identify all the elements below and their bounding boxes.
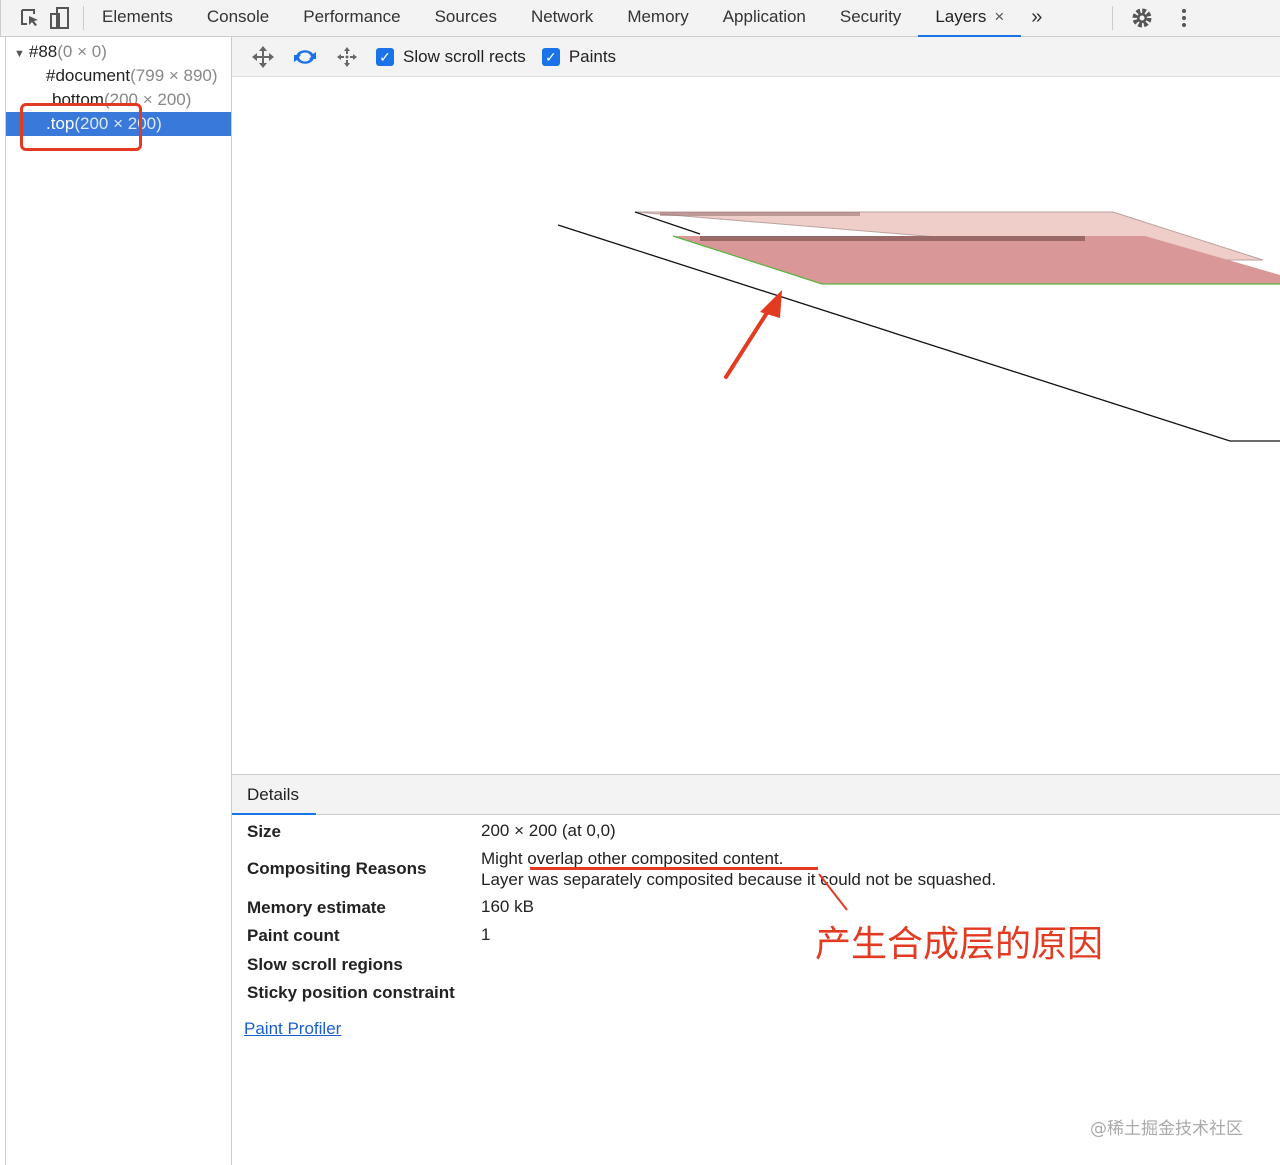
- tab-layers[interactable]: Layers ×: [918, 0, 1022, 37]
- layer-tree: ▼ #88(0 × 0) #document(799 × 890) bottom(…: [5, 37, 232, 1165]
- tab-memory[interactable]: Memory: [610, 0, 705, 37]
- watermark: @稀土掘金技术社区: [1090, 1119, 1243, 1139]
- layers-toolbar: ✓ Slow scroll rects ✓ Paints: [232, 37, 1280, 77]
- tree-item-name: #88: [28, 42, 58, 61]
- detail-label: Sticky position constraint: [247, 983, 455, 1002]
- rotate-mode-icon[interactable]: [284, 42, 326, 72]
- checkmark-icon: ✓: [541, 47, 560, 66]
- tree-item-name: #document: [46, 66, 131, 85]
- annotation-pointer: [818, 873, 848, 911]
- annotation-arrow: [724, 290, 782, 379]
- paints-label: Paints: [568, 46, 617, 66]
- tab-security[interactable]: Security: [823, 0, 918, 37]
- top-layer-text: [700, 236, 1085, 241]
- tab-performance[interactable]: Performance: [286, 0, 417, 37]
- detail-label: Compositing Reasons: [247, 859, 427, 878]
- tab-elements[interactable]: Elements: [92, 0, 190, 37]
- inspect-element-icon[interactable]: [15, 3, 45, 33]
- detail-value: 160 kB: [481, 897, 534, 916]
- detail-value: 200 × 200 (at 0,0): [481, 821, 616, 840]
- bottom-layer-text: [660, 212, 860, 216]
- divider: [83, 6, 84, 30]
- detail-value: Layer was separately composited because …: [481, 870, 997, 889]
- tree-item-root[interactable]: ▼ #88(0 × 0): [6, 40, 231, 64]
- annotation-underline: [530, 867, 818, 870]
- tab-console[interactable]: Console: [190, 0, 286, 37]
- tree-item-size: (0 × 0): [57, 42, 107, 61]
- device-toolbar-icon[interactable]: [45, 3, 75, 33]
- tree-item-document[interactable]: #document(799 × 890): [6, 64, 231, 88]
- expand-triangle-icon[interactable]: ▼: [14, 48, 25, 60]
- close-icon[interactable]: ×: [994, 7, 1004, 26]
- details-header: Details: [232, 774, 1280, 815]
- divider: [1112, 6, 1114, 30]
- tab-layers-label: Layers: [935, 6, 987, 26]
- reset-transform-icon[interactable]: [326, 42, 368, 72]
- layers-3d-canvas[interactable]: [232, 77, 1280, 774]
- tree-item-size: (799 × 890): [130, 66, 218, 85]
- paint-profiler-link[interactable]: Paint Profiler: [244, 1019, 341, 1039]
- tab-sources[interactable]: Sources: [418, 0, 514, 37]
- detail-label: Memory estimate: [247, 898, 386, 917]
- slow-scroll-rects-checkbox[interactable]: ✓ Slow scroll rects: [376, 47, 526, 67]
- checkmark-icon: ✓: [376, 47, 394, 66]
- annotation-text: 产生合成层的原因: [815, 924, 1104, 965]
- tab-network[interactable]: Network: [514, 0, 610, 37]
- pan-mode-icon[interactable]: [242, 42, 284, 72]
- annotation-highlight-box: [20, 103, 142, 151]
- more-tabs-icon[interactable]: »: [1021, 0, 1052, 37]
- tab-details[interactable]: Details: [232, 775, 316, 815]
- tab-application[interactable]: Application: [706, 0, 823, 37]
- detail-value: Might overlap other composited content.: [481, 849, 784, 868]
- detail-label: Slow scroll regions: [247, 955, 403, 974]
- devtools-tabbar: Elements Console Performance Sources Net…: [0, 0, 1280, 37]
- paints-checkbox[interactable]: ✓ Paints: [541, 46, 617, 67]
- gear-icon[interactable]: [1127, 3, 1157, 33]
- detail-value: 1: [481, 925, 491, 944]
- slow-scroll-label: Slow scroll rects: [403, 46, 526, 66]
- kebab-menu-icon[interactable]: [1169, 3, 1199, 33]
- detail-label: Size: [247, 822, 282, 841]
- detail-label: Paint count: [247, 926, 340, 945]
